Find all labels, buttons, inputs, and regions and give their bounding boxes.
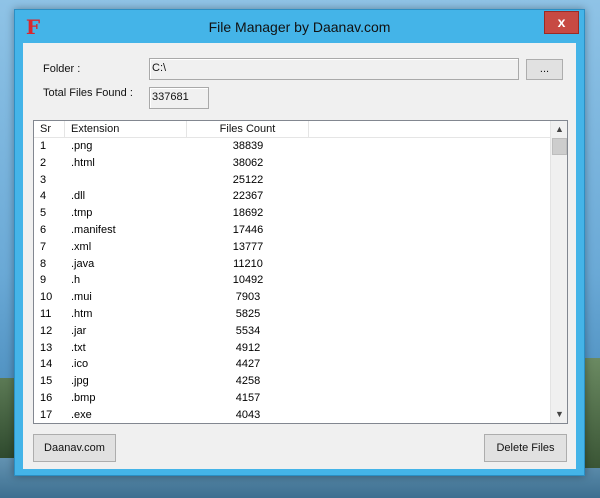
table-row[interactable]: 3 25122 — [34, 172, 550, 189]
browse-button[interactable]: ... — [526, 59, 563, 80]
row-extension-cell: .java — [71, 257, 95, 270]
table-row[interactable]: 10 .mui 7903 — [34, 289, 550, 306]
table-row[interactable]: 7 .xml 13777 — [34, 239, 550, 256]
table-row[interactable]: 17 .exe 4043 — [34, 407, 550, 423]
row-extension-cell: .dll — [71, 190, 86, 203]
folder-label: Folder : — [43, 63, 81, 75]
table-row[interactable]: 2 .html 38062 — [34, 155, 550, 172]
row-sr-cell: 7 — [40, 240, 47, 253]
row-files-count-cell: 38062 — [232, 156, 264, 169]
row-extension-cell: .xml — [71, 240, 92, 253]
row-files-count-cell: 5825 — [235, 307, 261, 320]
table-row[interactable]: 14 .ico 4427 — [34, 356, 550, 373]
row-files-count-cell: 11210 — [233, 257, 263, 270]
row-extension-cell: .ico — [71, 358, 89, 371]
table-row[interactable]: 5 .tmp 18692 — [34, 205, 550, 222]
file-extension-list[interactable]: Sr Extension Files Count 1 .png 38839 2 .htm… — [33, 120, 568, 424]
table-row[interactable]: 13 .txt 4912 — [34, 340, 550, 357]
table-row[interactable]: 9 .h 10492 — [34, 272, 550, 289]
title-bar[interactable]: F File Manager by Daanav.com x — [15, 10, 584, 44]
list-header: Sr Extension Files Count — [34, 121, 554, 138]
row-sr-cell: 14 — [40, 358, 53, 371]
total-files-label: Total Files Found : — [43, 87, 133, 99]
row-files-count-cell: 4157 — [235, 391, 261, 404]
folder-path-field[interactable]: C:\ — [149, 58, 519, 80]
row-sr-cell: 3 — [40, 173, 47, 186]
row-files-count-cell: 4258 — [235, 375, 261, 388]
row-sr-cell: 12 — [40, 324, 53, 337]
row-extension-cell: .bmp — [71, 391, 96, 404]
chevron-up-icon[interactable]: ▲ — [551, 121, 567, 138]
row-extension-cell: .html — [71, 156, 95, 169]
row-files-count-cell: 18692 — [232, 207, 264, 220]
table-row[interactable]: 6 .manifest 17446 — [34, 222, 550, 239]
row-sr-cell: 4 — [40, 190, 47, 203]
close-button[interactable]: x — [544, 11, 579, 34]
row-files-count-cell: 4427 — [235, 358, 261, 371]
column-header-extension[interactable]: Extension — [65, 121, 187, 138]
row-files-count-cell: 25122 — [232, 173, 264, 186]
row-sr-cell: 10 — [40, 291, 53, 304]
vertical-scrollbar[interactable]: ▲ ▼ — [550, 121, 567, 423]
row-sr-cell: 11 — [40, 307, 52, 320]
table-row[interactable]: 12 .jar 5534 — [34, 323, 550, 340]
row-extension-cell: .exe — [71, 408, 92, 421]
row-extension-cell: .tmp — [71, 207, 93, 220]
table-row[interactable]: 15 .jpg 4258 — [34, 373, 550, 390]
row-sr-cell: 9 — [40, 274, 47, 287]
row-files-count-cell: 4912 — [235, 341, 261, 354]
chevron-down-icon[interactable]: ▼ — [551, 406, 567, 423]
row-extension-cell: .jar — [71, 324, 87, 337]
column-header-sr[interactable]: Sr — [34, 121, 65, 138]
row-files-count-cell: 10492 — [232, 274, 264, 287]
row-files-count-cell: 4043 — [235, 408, 261, 421]
row-sr-cell: 15 — [40, 375, 53, 388]
table-row[interactable]: 8 .java 11210 — [34, 256, 550, 273]
row-sr-cell: 17 — [40, 408, 53, 421]
window-title: File Manager by Daanav.com — [208, 19, 391, 35]
row-sr-cell: 5 — [40, 207, 47, 220]
table-row[interactable]: 11 .htm 5825 — [34, 306, 550, 323]
delete-files-button[interactable]: Delete Files — [484, 434, 567, 462]
row-extension-cell: .jpg — [71, 375, 89, 388]
row-extension-cell: .manifest — [71, 223, 116, 236]
total-files-value: 337681 — [149, 87, 209, 109]
row-extension-cell: .htm — [71, 307, 93, 320]
row-extension-cell: .mui — [71, 291, 92, 304]
row-files-count-cell: 38839 — [232, 140, 264, 152]
row-files-count-cell: 22367 — [232, 190, 264, 203]
row-sr-cell: 8 — [40, 257, 47, 270]
row-files-count-cell: 5534 — [235, 324, 261, 337]
row-sr-cell: 16 — [40, 391, 53, 404]
row-files-count-cell: 13777 — [232, 240, 264, 253]
row-sr-cell: 13 — [40, 341, 53, 354]
row-sr-cell: 2 — [40, 156, 47, 169]
row-extension-cell: .h — [71, 274, 81, 287]
list-rows: 1 .png 38839 2 .html 38062 3 25122 4 .dll 22367 5 .t… — [34, 138, 550, 423]
table-row[interactable]: 16 .bmp 4157 — [34, 390, 550, 407]
row-files-count-cell: 17446 — [232, 223, 264, 236]
scrollbar-thumb[interactable] — [552, 138, 567, 155]
table-row[interactable]: 1 .png 38839 — [34, 138, 550, 155]
file-manager-window: F File Manager by Daanav.com x Folder : … — [14, 9, 585, 476]
row-sr-cell: 6 — [40, 223, 47, 236]
row-extension-cell: .txt — [71, 341, 86, 354]
column-header-files-count[interactable]: Files Count — [187, 121, 309, 138]
row-extension-cell: .png — [71, 140, 93, 152]
table-row[interactable]: 4 .dll 22367 — [34, 188, 550, 205]
window-client-area: Folder : C:\ ... Total Files Found : 337… — [23, 43, 576, 469]
row-sr-cell: 1 — [40, 140, 47, 152]
row-files-count-cell: 7903 — [235, 291, 261, 304]
daanav-website-button[interactable]: Daanav.com — [33, 434, 116, 462]
